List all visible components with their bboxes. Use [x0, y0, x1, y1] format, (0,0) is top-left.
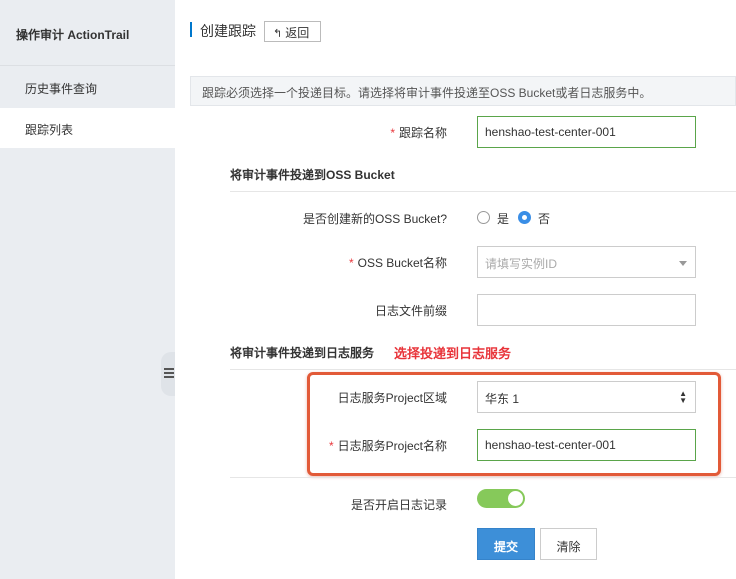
sidebar-collapse-handle[interactable] [161, 352, 175, 396]
sls-region-select[interactable]: 华东 1 ▲ ▼ [477, 381, 696, 413]
updown-arrow-icon: ▲ ▼ [679, 389, 687, 405]
bucket-name-label: * OSS Bucket名称 [349, 254, 447, 271]
annotation-text: 选择投递到日志服务 [394, 346, 512, 361]
enable-logging-toggle[interactable] [477, 489, 525, 508]
page-title: 创建跟踪 [200, 23, 256, 39]
sidebar: 操作审计 ActionTrail 历史事件查询 跟踪列表 [0, 0, 175, 579]
create-bucket-label: 是否创建新的OSS Bucket? [302, 212, 447, 226]
sls-section-title: 将审计事件投递到日志服务 [230, 346, 375, 360]
toggle-knob [508, 491, 523, 506]
trail-name-input[interactable]: henshao-test-center-001 [477, 116, 696, 148]
radio-no[interactable] [518, 211, 531, 224]
sidebar-title: 操作审计 ActionTrail [0, 0, 175, 66]
back-arrow-icon: ↰ [273, 28, 283, 40]
submit-button[interactable]: 提交 [477, 528, 535, 560]
sls-region-value: 华东 1 [485, 392, 520, 406]
sidebar-item-trail-list[interactable]: 跟踪列表 [0, 108, 175, 148]
required-mark: * [390, 126, 395, 140]
trail-name-label: * 跟踪名称 [390, 124, 447, 141]
bucket-name-select[interactable]: 请填写实例ID [477, 246, 696, 278]
oss-section-title: 将审计事件投递到OSS Bucket [230, 168, 395, 182]
trail-name-label-text: 跟踪名称 [398, 126, 447, 140]
sls-region-label: 日志服务Project区域 [337, 391, 447, 405]
divider [230, 369, 736, 370]
sls-project-label: * 日志服务Project名称 [329, 437, 447, 454]
header-accent-bar [190, 22, 192, 37]
sls-project-input[interactable]: henshao-test-center-001 [477, 429, 696, 461]
sls-project-label-text: 日志服务Project名称 [337, 439, 447, 453]
radio-yes[interactable] [477, 211, 490, 224]
notice-banner: 跟踪必须选择一个投递目标。请选择将审计事件投递至OSS Bucket或者日志服务… [190, 76, 736, 106]
back-button[interactable]: ↰ 返回 [264, 21, 321, 42]
required-mark: * [348, 256, 354, 270]
log-prefix-label: 日志文件前缀 [374, 304, 447, 318]
clear-button[interactable]: 清除 [540, 528, 597, 560]
back-button-label: 返回 [285, 26, 310, 40]
radio-no-label: 否 [538, 212, 551, 226]
divider [230, 477, 736, 478]
sidebar-item-event-history[interactable]: 历史事件查询 [0, 67, 175, 107]
log-prefix-input[interactable] [477, 294, 696, 326]
required-mark: * [328, 439, 334, 453]
bucket-name-label-text: OSS Bucket名称 [357, 256, 447, 270]
enable-logging-label: 是否开启日志记录 [350, 498, 447, 512]
menu-icon [164, 368, 174, 379]
radio-yes-label: 是 [497, 212, 510, 226]
divider [230, 191, 736, 192]
